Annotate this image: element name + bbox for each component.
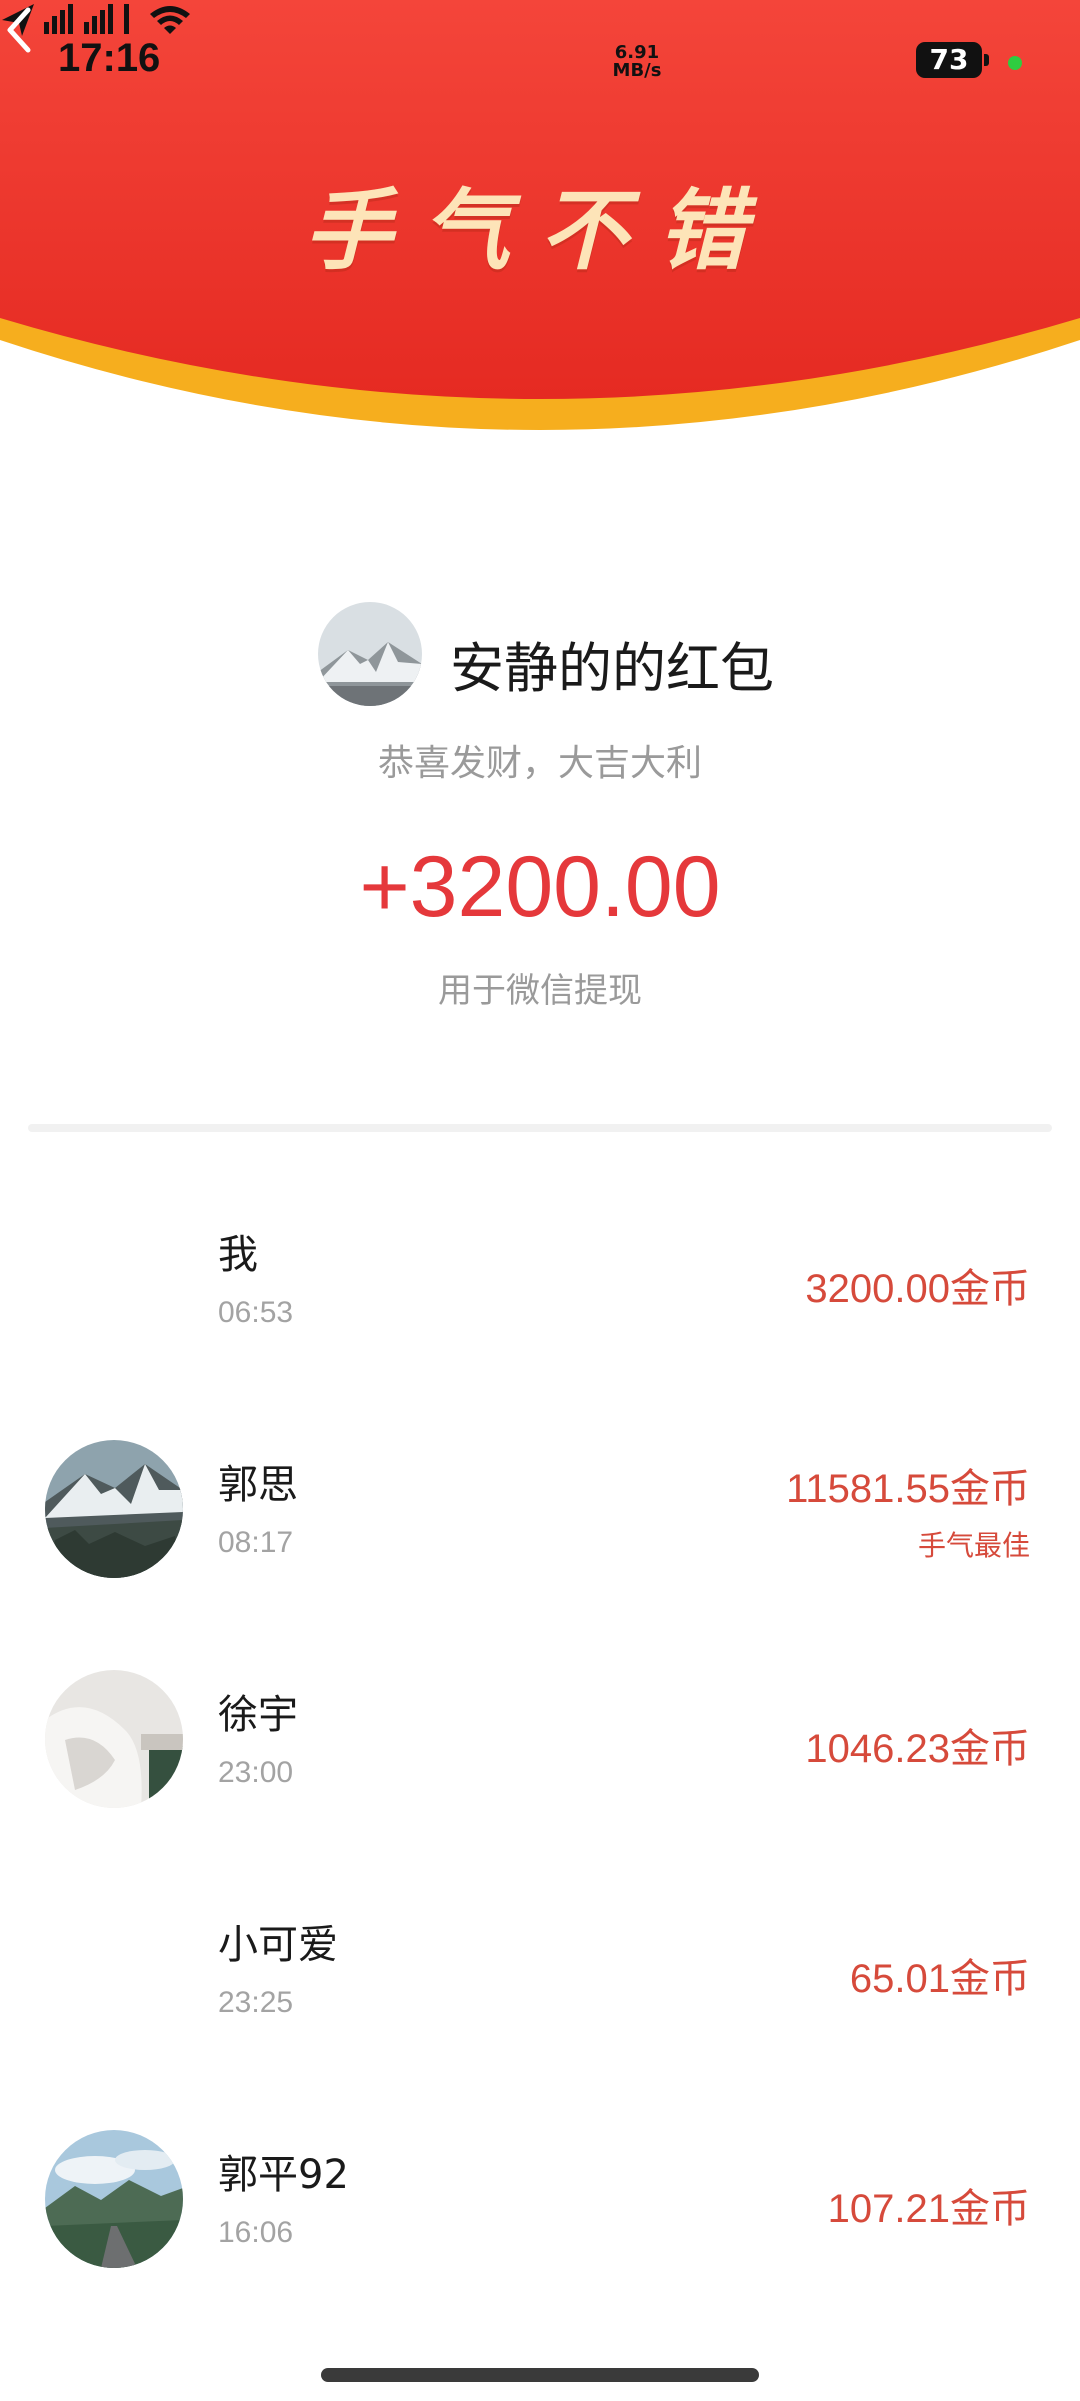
chevron-left-icon[interactable] [0, 0, 40, 60]
snowy-mountain-image [318, 602, 422, 706]
sender-name: 安静的的红包 [450, 637, 774, 700]
red-envelope-header: 17:16 6.91 MB/s 73 手气不错 [0, 0, 1080, 470]
list-item[interactable]: 郭思 08:17 11581.55金币 手气最佳 [0, 1400, 1080, 1630]
battery-icon: 73 [916, 42, 982, 78]
network-speed-unit: MB/s [612, 60, 662, 81]
home-indicator[interactable] [321, 2368, 759, 2382]
privacy-dot-icon [1008, 56, 1022, 70]
status-bar: 17:16 6.91 MB/s 73 [0, 0, 1080, 120]
record-amount: 3200.00金币 [805, 1267, 1030, 1311]
battery-tip [984, 54, 989, 66]
avatar[interactable] [45, 1670, 183, 1808]
record-time: 06:53 [218, 1296, 294, 1329]
usage-link[interactable]: 用于微信提现 [0, 963, 1080, 1012]
record-name: 徐宇 [218, 1692, 298, 1738]
record-amount: 1046.23金币 [805, 1727, 1030, 1771]
page-title: 手气不错 [303, 179, 776, 282]
sender-info: 安静的的红包 [0, 602, 1080, 708]
received-amount: +3200.00 [359, 839, 721, 935]
record-name: 郭平92 [218, 2152, 349, 2198]
record-amount: 65.01金币 [849, 1957, 1030, 2001]
network-speed: 6.91 MB/s [612, 44, 662, 80]
avatar[interactable] [45, 1440, 183, 1578]
record-name: 我 [218, 1232, 258, 1278]
list-item[interactable]: 小可爱 23:25 65.01金币 [0, 1860, 1080, 2090]
wifi-icon [150, 6, 190, 34]
record-time: 23:25 [218, 1986, 294, 2019]
record-amount: 11581.55金币 [786, 1467, 1030, 1511]
record-amount: 107.21金币 [827, 2187, 1030, 2231]
status-time: 17:16 [58, 36, 161, 80]
white-cloth-image [45, 1670, 183, 1808]
divider [28, 1124, 1052, 1132]
best-luck-badge: 手气最佳 [917, 1529, 1030, 1562]
record-time: 16:06 [218, 2216, 294, 2249]
record-time: 08:17 [218, 1526, 294, 1559]
avatar[interactable] [45, 2130, 183, 2268]
greeting-text: 恭喜发财，大吉大利 [377, 743, 702, 784]
list-item[interactable]: 我 06:53 3200.00金币 [0, 1170, 1080, 1400]
list-item[interactable]: 徐宇 23:00 1046.23金币 [0, 1630, 1080, 1860]
signal-bars-icon [44, 4, 129, 34]
record-name: 小可爱 [218, 1922, 338, 1968]
record-time: 23:00 [218, 1756, 294, 1789]
record-name: 郭思 [218, 1462, 298, 1508]
list-item[interactable]: 郭平92 16:06 107.21金币 [0, 2090, 1080, 2320]
snowy-mountain-image [45, 1440, 183, 1578]
sender-avatar[interactable] [318, 602, 422, 706]
mountain-road-image [45, 2130, 183, 2268]
